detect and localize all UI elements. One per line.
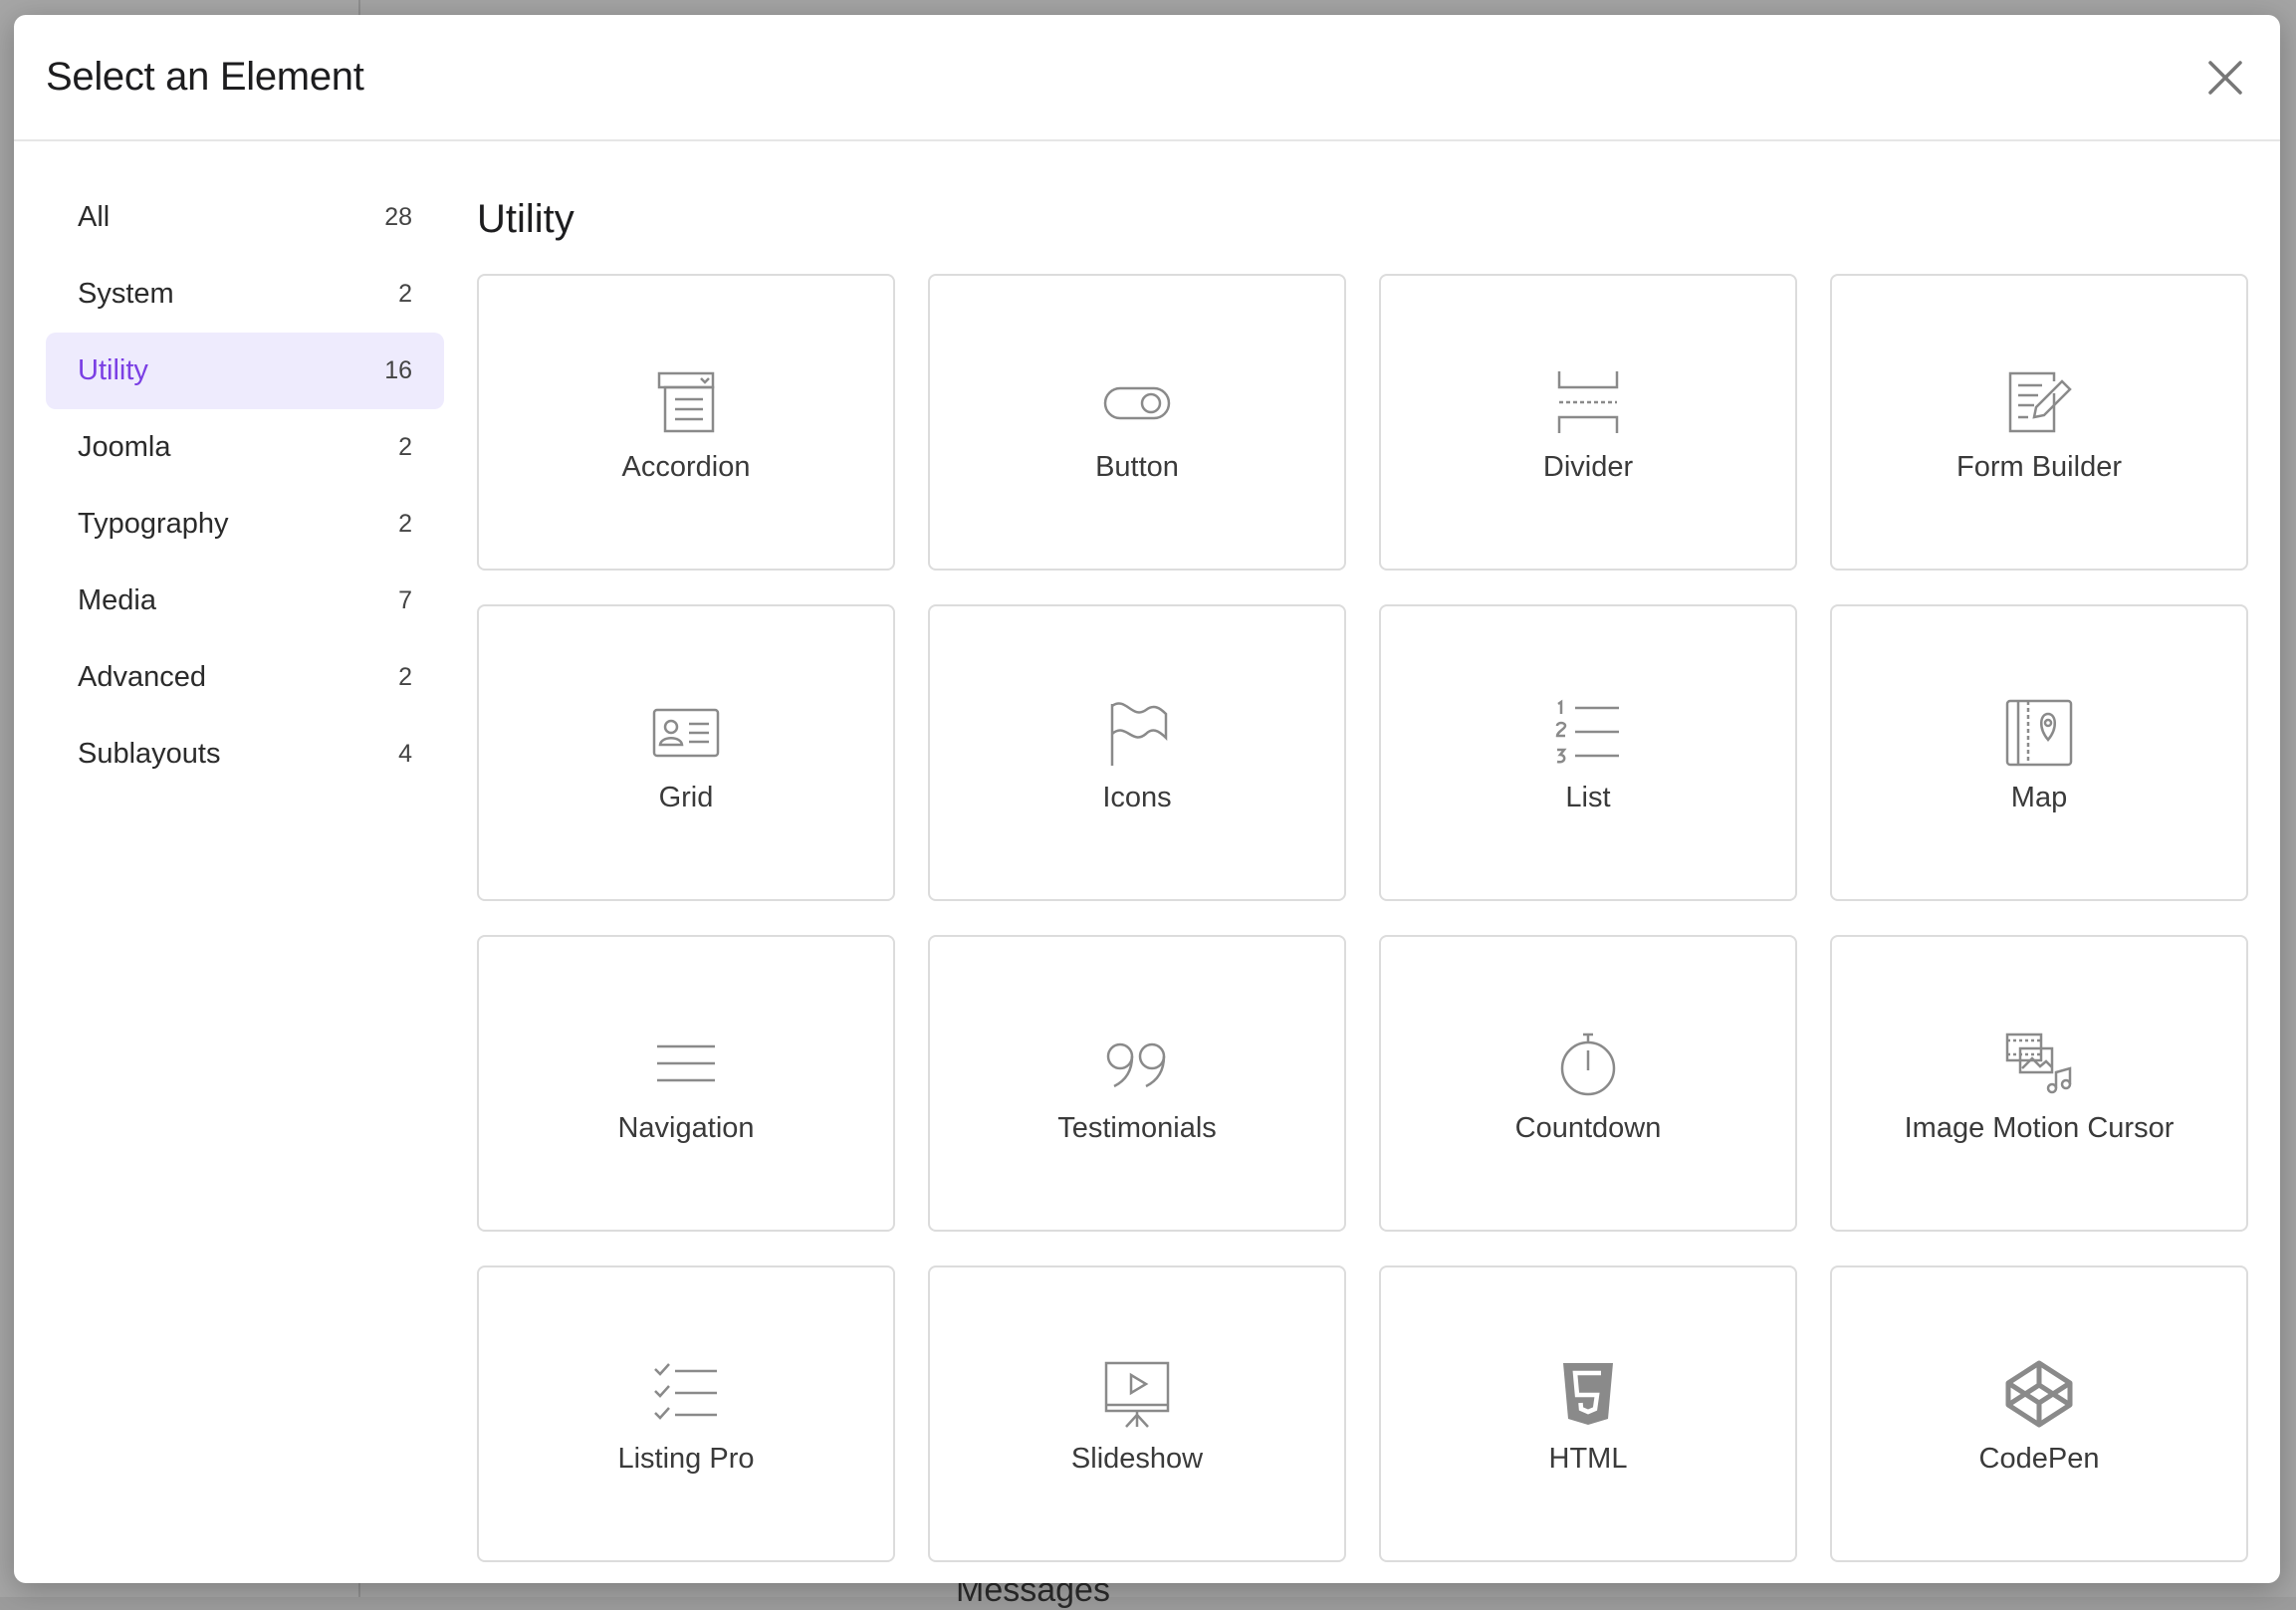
element-label: List <box>1565 781 1611 813</box>
sidebar-item-joomla[interactable]: Joomla 2 <box>46 409 444 486</box>
sidebar-item-count: 28 <box>384 203 412 231</box>
stopwatch-icon <box>1553 1029 1623 1098</box>
category-sidebar: All 28 System 2 Utility 16 Joomla 2 Typo… <box>46 179 444 793</box>
sidebar-item-label: All <box>78 201 111 233</box>
sidebar-item-advanced[interactable]: Advanced 2 <box>46 639 444 716</box>
element-label: HTML <box>1548 1442 1628 1475</box>
element-card-listing-pro[interactable]: Listing Pro <box>477 1265 895 1562</box>
sidebar-item-all[interactable]: All 28 <box>46 179 444 256</box>
modal-title: Select an Element <box>46 55 364 99</box>
element-label: Listing Pro <box>617 1442 755 1475</box>
element-label: Map <box>2010 781 2068 813</box>
element-label: Accordion <box>621 450 751 483</box>
element-label: Icons <box>1102 781 1172 813</box>
sidebar-item-label: System <box>78 278 174 310</box>
element-card-form-builder[interactable]: Form Builder <box>1830 274 2248 571</box>
elements-grid: Accordion Button Divider Form Builder Gr… <box>477 274 2248 1562</box>
checklist-icon <box>651 1359 721 1429</box>
element-label: Grid <box>658 781 714 813</box>
image-motion-icon <box>2004 1029 2074 1098</box>
sidebar-item-count: 2 <box>398 280 412 308</box>
element-card-countdown[interactable]: Countdown <box>1379 935 1797 1232</box>
elements-panel: Utility Accordion Button Divider Form Bu… <box>477 179 2259 1562</box>
element-label: Slideshow <box>1070 1442 1204 1475</box>
element-card-codepen[interactable]: CodePen <box>1830 1265 2248 1562</box>
menu-lines-icon <box>651 1029 721 1098</box>
element-card-accordion[interactable]: Accordion <box>477 274 895 571</box>
element-label: Countdown <box>1514 1111 1662 1144</box>
slideshow-icon <box>1102 1359 1172 1429</box>
sidebar-item-media[interactable]: Media 7 <box>46 563 444 639</box>
element-label: Divider <box>1542 450 1634 483</box>
button-toggle-icon <box>1102 367 1172 437</box>
sidebar-item-count: 2 <box>398 510 412 538</box>
sidebar-item-label: Sublayouts <box>78 738 221 770</box>
accordion-icon <box>651 367 721 437</box>
element-card-grid[interactable]: Grid <box>477 604 895 901</box>
element-card-icons[interactable]: Icons <box>928 604 1346 901</box>
close-icon <box>2208 61 2242 95</box>
numbered-list-icon <box>1553 698 1623 768</box>
modal-header: Select an Element <box>14 15 2280 141</box>
sidebar-item-count: 2 <box>398 433 412 461</box>
sidebar-item-typography[interactable]: Typography 2 <box>46 486 444 563</box>
form-builder-icon <box>2004 367 2074 437</box>
select-element-modal: Select an Element All 28 System 2 Utilit… <box>14 15 2280 1583</box>
close-button[interactable] <box>2200 53 2250 103</box>
flag-icon <box>1102 698 1172 768</box>
element-card-list[interactable]: List <box>1379 604 1797 901</box>
element-card-slideshow[interactable]: Slideshow <box>928 1265 1346 1562</box>
element-card-map[interactable]: Map <box>1830 604 2248 901</box>
element-card-button[interactable]: Button <box>928 274 1346 571</box>
sidebar-item-label: Typography <box>78 508 229 540</box>
sidebar-item-utility[interactable]: Utility 16 <box>46 333 444 409</box>
element-label: Testimonials <box>1057 1111 1217 1144</box>
element-label: Form Builder <box>1956 450 2122 483</box>
element-label: Navigation <box>617 1111 755 1144</box>
element-label: Button <box>1095 450 1179 483</box>
sidebar-item-label: Advanced <box>78 661 206 693</box>
sidebar-item-count: 2 <box>398 663 412 691</box>
element-card-html[interactable]: HTML <box>1379 1265 1797 1562</box>
element-label: CodePen <box>1978 1442 2100 1475</box>
sidebar-item-label: Joomla <box>78 431 171 463</box>
sidebar-item-label: Utility <box>78 354 148 386</box>
grid-card-icon <box>651 698 721 768</box>
map-icon <box>2004 698 2074 768</box>
sidebar-item-count: 4 <box>398 740 412 768</box>
sidebar-item-count: 7 <box>398 586 412 614</box>
section-title: Utility <box>477 197 574 241</box>
codepen-icon <box>2004 1359 2074 1429</box>
sidebar-item-system[interactable]: System 2 <box>46 256 444 333</box>
element-card-testimonials[interactable]: Testimonials <box>928 935 1346 1232</box>
quote-icon <box>1102 1029 1172 1098</box>
divider-icon <box>1553 367 1623 437</box>
element-card-divider[interactable]: Divider <box>1379 274 1797 571</box>
element-card-navigation[interactable]: Navigation <box>477 935 895 1232</box>
html5-icon <box>1553 1359 1623 1429</box>
element-card-image-motion-cursor[interactable]: Image Motion Cursor <box>1830 935 2248 1232</box>
sidebar-item-label: Media <box>78 584 156 616</box>
sidebar-item-count: 16 <box>384 356 412 384</box>
element-label: Image Motion Cursor <box>1904 1111 2175 1144</box>
sidebar-item-sublayouts[interactable]: Sublayouts 4 <box>46 716 444 793</box>
